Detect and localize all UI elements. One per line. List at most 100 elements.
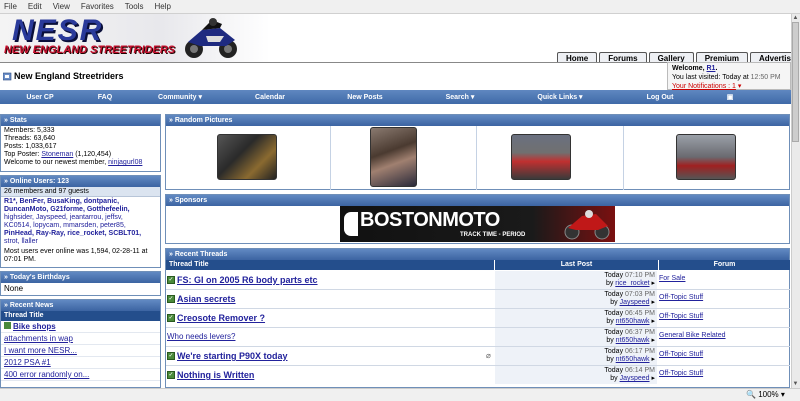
forum-link[interactable]: Off-Topic Stuff [659,370,703,377]
zoom-level[interactable]: 🔍 100% ▾ [746,390,785,399]
recent-threads-header[interactable]: » Recent Threads [166,249,789,260]
picture-thumbnail[interactable] [217,134,277,180]
nav-new-posts[interactable]: New Posts [310,94,420,101]
last-post-user[interactable]: Jayspeed [620,375,650,382]
forum-home-icon[interactable] [3,72,12,81]
go-to-post-icon[interactable]: ▸ [651,375,655,382]
birthdays-value: None [4,284,24,293]
last-post-date: Today [604,329,624,336]
forum-link[interactable]: Off-Topic Stuff [659,351,703,358]
menu-favorites[interactable]: Favorites [81,2,114,11]
picture-thumbnail[interactable] [370,127,417,187]
sponsor-tagline: TRACK TIME - PERIOD [460,232,526,238]
last-post-date: Today [604,348,624,355]
nav-quick-links[interactable]: Quick Links ▾ [500,93,620,101]
nav-log-out[interactable]: Log Out [620,94,700,101]
last-post-user[interactable]: rice_rocket [615,280,649,287]
scrollbar-thumb[interactable] [792,22,799,142]
thread-title-link[interactable]: Nothing is Written [177,370,254,380]
news-item-link[interactable]: I want more NESR... [4,346,77,355]
thread-title-link[interactable]: FS: GI on 2005 R6 body parts etc [177,275,318,285]
go-to-post-icon[interactable]: ▸ [651,356,655,363]
online-users-header[interactable]: » Online Users: 123 [1,176,160,187]
news-item-link[interactable]: 400 error randomly on... [4,370,89,379]
chevron-down-icon[interactable]: ▾ [738,83,742,90]
col-thread-title[interactable]: Thread Title [166,260,494,270]
notifications-link[interactable]: Your Notifications : 1 [672,83,736,90]
site-logo[interactable]: NESR NEW ENGLAND STREETRIDERS [0,14,270,62]
last-post-user[interactable]: nt650hawk [616,356,650,363]
news-item[interactable]: Bike shops [1,321,160,333]
thread-title-link[interactable]: Who needs levers? [167,332,235,341]
menu-edit[interactable]: Edit [28,2,42,11]
forum-link[interactable]: Off-Topic Stuff [659,294,703,301]
forum-link[interactable]: For Sale [659,275,685,282]
online-line[interactable]: R1*, BenFer, BusaKing, dontpanic, [4,198,157,206]
sponsors-header[interactable]: » Sponsors [166,195,789,206]
nav-community[interactable]: Community ▾ [130,93,230,101]
online-line[interactable]: strot, llaller [4,238,157,246]
col-last-post[interactable]: Last Post [495,260,658,270]
menu-tools[interactable]: Tools [125,2,144,11]
news-item-link[interactable]: Bike shops [13,322,56,331]
newest-member-link[interactable]: ninjagurl08 [108,159,142,166]
online-line[interactable]: DuncanMoto, G21forme, Gotthefeelin, [4,206,157,214]
last-post-by: by [606,356,616,363]
forum-link[interactable]: Off-Topic Stuff [659,313,703,320]
picture-thumbnail[interactable] [511,134,571,180]
last-post-user[interactable]: nt650hawk [616,337,650,344]
last-post-user[interactable]: Jayspeed [620,299,650,306]
top-poster-link[interactable]: Stoneman [41,151,73,158]
last-post-cell: Today 06:45 PM by nt650hawk ▸ [495,309,657,327]
last-post-user[interactable]: nt650hawk [616,318,650,325]
top-poster-label: Top Poster: [4,151,42,158]
scroll-up-icon[interactable]: ▲ [792,14,799,22]
thread-title-link[interactable]: Asian secrets [177,294,236,304]
last-post-cell: Today 07:03 PM by Jayspeed ▸ [495,290,657,308]
last-post-cell: Today 06:14 PM by Jayspeed ▸ [495,366,657,384]
trash-icon[interactable]: ▣ [700,93,760,101]
forum-link[interactable]: General Bike Related [659,332,726,339]
last-post-cell: Today 07:10 PM by rice_rocket ▸ [495,271,657,289]
sponsor-banner[interactable]: BOSTONMOTO TRACK TIME - PERIOD [340,206,615,242]
news-item-link[interactable]: 2012 PSA #1 [4,358,51,367]
nav-calendar[interactable]: Calendar [230,94,310,101]
news-item[interactable]: 2012 PSA #1 [1,357,160,369]
last-post-time: 07:03 PM [625,291,655,298]
site-title[interactable]: New England Streetriders [14,71,124,81]
menu-file[interactable]: File [4,2,17,11]
nav-search[interactable]: Search ▾ [420,93,500,101]
table-row: ✓ Asian secrets Today 07:03 PM by Jayspee… [166,290,790,309]
news-item[interactable]: attachments in wap [1,333,160,345]
main-navbar: User CP FAQ Community ▾ Calendar New Pos… [0,90,791,104]
menu-help[interactable]: Help [154,2,170,11]
thread-title-link[interactable]: Creosote Remover ? [177,313,265,323]
news-item[interactable]: 400 error randomly on... [1,369,160,381]
news-item-link[interactable]: attachments in wap [4,334,73,343]
random-pictures-header[interactable]: » Random Pictures [166,115,789,126]
scroll-down-icon[interactable]: ▼ [792,380,799,388]
thread-status-icon: ✓ [167,314,175,322]
online-line[interactable]: KC0514, lopycam, mmarsden, peter85, [4,222,157,230]
birthdays-header[interactable]: » Today's Birthdays [1,272,160,283]
nav-faq[interactable]: FAQ [80,94,130,101]
go-to-post-icon[interactable]: ▸ [651,280,655,287]
nav-user-cp[interactable]: User CP [0,94,80,101]
col-forum[interactable]: Forum [659,260,790,270]
go-to-post-icon[interactable]: ▸ [651,318,655,325]
thread-title-link[interactable]: We're starting P90X today [177,351,288,361]
table-row: ✓ Creosote Remover ? Today 06:45 PM by nt… [166,309,790,328]
stats-header[interactable]: » Stats [1,115,160,126]
welcome-suffix: . [715,65,718,72]
go-to-post-icon[interactable]: ▸ [651,337,655,344]
online-line[interactable]: highsider, Jayspeed, jeantarrou, jeffsv, [4,214,157,222]
top-poster-count: (1,120,454) [73,151,112,158]
online-line[interactable]: PinHead, Ray-Ray, rice_rocket, SCBLT01, [4,230,157,238]
zoom-value: 100% [758,390,779,399]
recent-news-header[interactable]: » Recent News [1,300,160,311]
menu-view[interactable]: View [53,2,70,11]
go-to-post-icon[interactable]: ▸ [651,299,655,306]
news-item[interactable]: I want more NESR... [1,345,160,357]
picture-thumbnail[interactable] [676,134,736,180]
table-row: Who needs levers? Today 06:37 PM by nt650… [166,328,790,347]
